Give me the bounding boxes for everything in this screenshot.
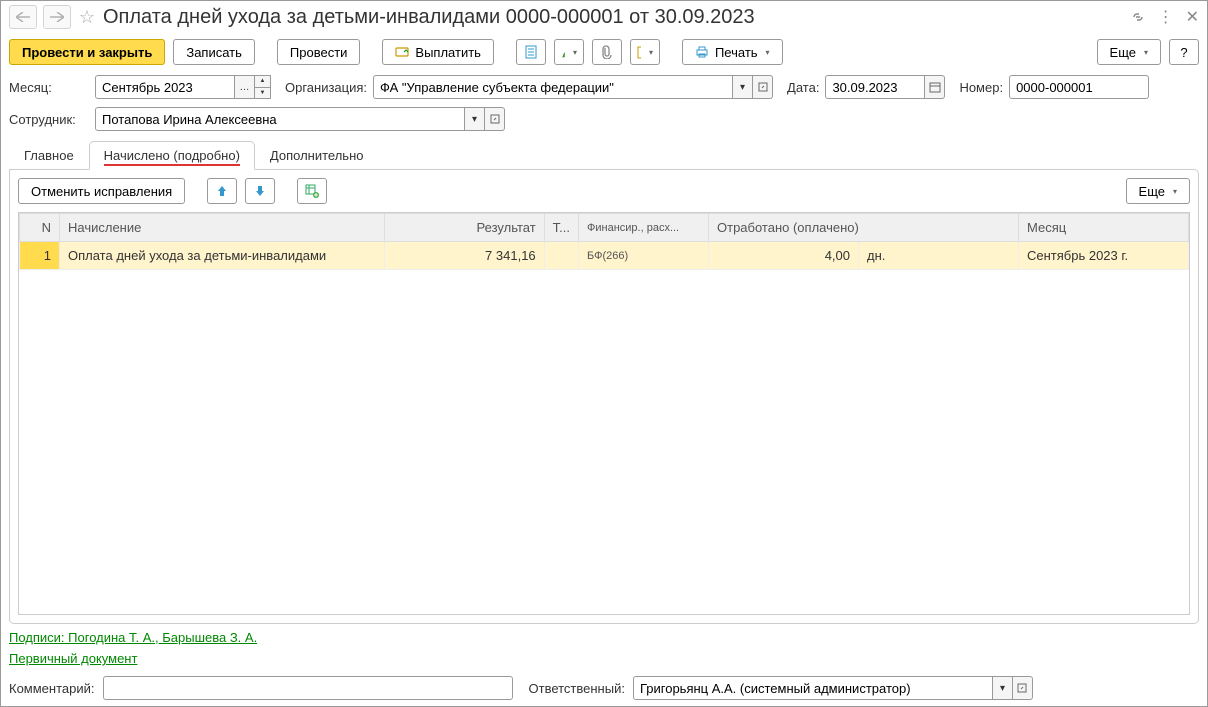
favorite-star-icon[interactable]: ☆	[77, 7, 97, 27]
open-icon	[758, 82, 768, 92]
report-button[interactable]	[516, 39, 546, 65]
col-month-header[interactable]: Месяц	[1019, 214, 1189, 242]
nav-back-button[interactable]	[9, 5, 37, 29]
cancel-corrections-button[interactable]: Отменить исправления	[18, 178, 185, 204]
arrow-left-icon	[16, 12, 30, 22]
cell-n: 1	[20, 242, 60, 270]
employee-label: Сотрудник:	[9, 112, 89, 127]
chevron-down-icon: ▾	[649, 48, 653, 57]
panel-more-button[interactable]: Еще ▾	[1126, 178, 1190, 204]
col-fin-header[interactable]: Финансир., расх...	[579, 214, 709, 242]
org-open-button[interactable]	[753, 75, 773, 99]
comment-label: Комментарий:	[9, 681, 95, 696]
cell-result: 7 341,16	[384, 242, 544, 270]
nav-forward-button[interactable]	[43, 5, 71, 29]
accruals-table: N Начисление Результат Т... Финансир., р…	[19, 213, 1189, 270]
close-icon[interactable]: ✕	[1186, 7, 1199, 27]
responsible-label: Ответственный:	[529, 681, 625, 696]
tab-detailed[interactable]: Начислено (подробно)	[89, 141, 255, 170]
link-icon[interactable]	[1130, 9, 1146, 25]
print-button[interactable]: Печать ▾	[682, 39, 783, 65]
signatures-link[interactable]: Подписи: Погодина Т. А., Барышева З. А.	[9, 630, 257, 645]
post-and-close-button[interactable]: Провести и закрыть	[9, 39, 165, 65]
month-up-button[interactable]: ▲	[255, 76, 270, 88]
cell-worked: 4,00	[709, 242, 859, 270]
org-dropdown-button[interactable]: ▾	[733, 75, 753, 99]
comment-input[interactable]	[103, 676, 513, 700]
create-icon	[637, 45, 641, 59]
month-input[interactable]	[95, 75, 235, 99]
table-settings-button[interactable]	[297, 178, 327, 204]
responsible-dropdown-button[interactable]: ▾	[993, 676, 1013, 700]
table-row[interactable]: 1 Оплата дней ухода за детьми-инвалидами…	[20, 242, 1189, 270]
pencil-icon	[561, 45, 565, 59]
save-button[interactable]: Записать	[173, 39, 255, 65]
col-worked-header[interactable]: Отработано (оплачено)	[709, 214, 1019, 242]
col-accrual-header[interactable]: Начисление	[60, 214, 385, 242]
more-button[interactable]: Еще ▾	[1097, 39, 1161, 65]
cell-fin: БФ(266)	[579, 242, 709, 270]
move-down-button[interactable]	[245, 178, 275, 204]
col-t-header[interactable]: Т...	[544, 214, 578, 242]
calendar-icon	[929, 81, 941, 93]
open-icon	[1017, 683, 1027, 693]
tab-extra[interactable]: Дополнительно	[255, 141, 379, 170]
employee-dropdown-button[interactable]: ▾	[465, 107, 485, 131]
tab-main[interactable]: Главное	[9, 141, 89, 170]
chevron-down-icon: ▾	[1173, 187, 1177, 196]
cell-accrual: Оплата дней ухода за детьми-инвалидами	[60, 242, 385, 270]
window-title: Оплата дней ухода за детьми-инвалидами 0…	[103, 6, 1124, 29]
month-label: Месяц:	[9, 80, 89, 95]
table-plus-icon	[305, 184, 319, 198]
paperclip-icon	[600, 45, 614, 59]
pay-button[interactable]: Выплатить	[382, 39, 494, 65]
cell-month: Сентябрь 2023 г.	[1019, 242, 1189, 270]
month-select-button[interactable]: …	[235, 75, 255, 99]
month-down-button[interactable]: ▼	[255, 88, 270, 99]
number-label: Номер:	[959, 80, 1003, 95]
printer-icon	[695, 45, 709, 59]
create-based-button[interactable]: ▾	[630, 39, 660, 65]
cell-unit: дн.	[859, 242, 1019, 270]
arrow-up-blue-icon	[216, 185, 228, 197]
responsible-open-button[interactable]	[1013, 676, 1033, 700]
chevron-down-icon: ▾	[1144, 48, 1148, 57]
employee-open-button[interactable]	[485, 107, 505, 131]
cell-t	[544, 242, 578, 270]
move-up-button[interactable]	[207, 178, 237, 204]
primary-doc-link[interactable]: Первичный документ	[9, 651, 137, 666]
col-result-header[interactable]: Результат	[384, 214, 544, 242]
chevron-down-icon: ▾	[766, 48, 770, 57]
employee-input[interactable]	[95, 107, 465, 131]
date-label: Дата:	[787, 80, 819, 95]
edit-button[interactable]: ▾	[554, 39, 584, 65]
pay-icon	[395, 45, 409, 59]
org-input[interactable]	[373, 75, 733, 99]
attach-button[interactable]	[592, 39, 622, 65]
col-n-header[interactable]: N	[20, 214, 60, 242]
arrow-down-blue-icon	[254, 185, 266, 197]
date-input[interactable]	[825, 75, 925, 99]
responsible-input[interactable]	[633, 676, 993, 700]
help-button[interactable]: ?	[1169, 39, 1199, 65]
date-picker-button[interactable]	[925, 75, 945, 99]
document-icon	[524, 45, 538, 59]
arrow-right-icon	[50, 12, 64, 22]
org-label: Организация:	[285, 80, 367, 95]
chevron-down-icon: ▾	[573, 48, 577, 57]
post-button[interactable]: Провести	[277, 39, 361, 65]
kebab-menu-icon[interactable]: ⋮	[1158, 7, 1174, 27]
open-icon	[490, 114, 500, 124]
number-input[interactable]	[1009, 75, 1149, 99]
